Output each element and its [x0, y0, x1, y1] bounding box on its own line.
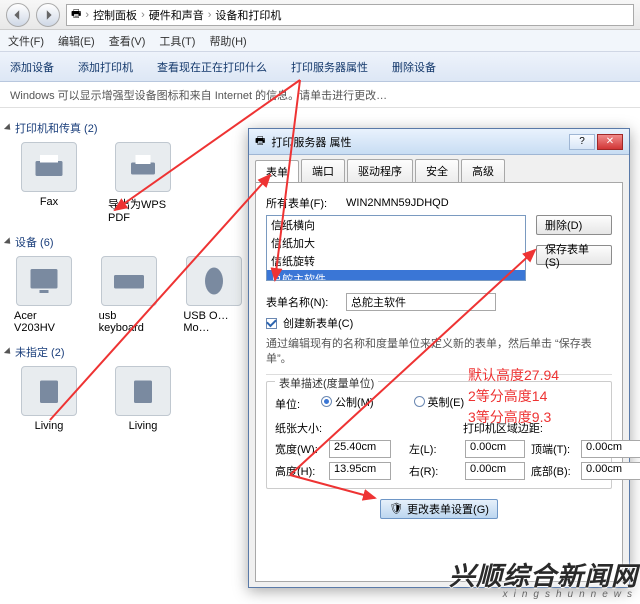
unit-label: 单位: [275, 396, 315, 412]
tool-server-properties[interactable]: 打印服务器属性 [291, 59, 368, 75]
close-button[interactable]: ✕ [597, 134, 623, 150]
menu-view[interactable]: 查看(V) [109, 33, 146, 49]
form-name-label: 表单名称(N): [266, 294, 340, 310]
crumb-devices-printers[interactable]: 设备和打印机 [215, 7, 281, 23]
all-forms-value: WIN2NMN59JDHQD [346, 197, 449, 209]
top-label: 顶端(T): [531, 441, 575, 457]
nav-back-button[interactable] [6, 3, 30, 27]
menu-help[interactable]: 帮助(H) [209, 33, 246, 49]
paper-size-label: 纸张大小: [275, 420, 322, 436]
crumb-control-panel[interactable]: 控制面板 [93, 7, 137, 23]
left-input[interactable]: 0.00cm [465, 440, 525, 458]
bottom-input[interactable]: 0.00cm [581, 462, 640, 480]
device-generic-icon [21, 366, 77, 416]
category-unspecified[interactable]: 未指定 (2) [15, 344, 65, 360]
help-button[interactable]: ? [569, 134, 595, 150]
mouse-icon [186, 256, 242, 306]
crumb-hardware-sound[interactable]: 硬件和声音 [149, 7, 204, 23]
breadcrumb[interactable]: 🖶 › 控制面板 › 硬件和声音 › 设备和打印机 [66, 4, 634, 26]
top-input[interactable]: 0.00cm [581, 440, 640, 458]
crumb-icon: 🖶 [71, 5, 81, 24]
device-item[interactable]: Living [14, 366, 84, 432]
note-text: 通过编辑现有的名称和度量单位来定义新的表单，然后单击 “保存表单”。 [266, 337, 612, 368]
forms-listbox[interactable]: 信纸横向 信纸加大 信纸旋转 总舵主软件 [266, 215, 526, 281]
info-bar[interactable]: Windows 可以显示增强型设备图标和来自 Internet 的信息。请单击进… [0, 82, 640, 108]
expand-icon[interactable] [4, 237, 13, 246]
change-form-settings-button[interactable]: 🛡 更改表单设置(G) [380, 499, 498, 519]
width-input[interactable]: 25.40cm [329, 440, 391, 458]
form-name-input[interactable]: 总舵主软件 [346, 293, 496, 311]
right-input[interactable]: 0.00cm [465, 462, 525, 480]
menubar: 文件(F) 编辑(E) 查看(V) 工具(T) 帮助(H) [0, 30, 640, 52]
height-label: 高度(H): [275, 463, 323, 479]
tab-drivers[interactable]: 驱动程序 [347, 159, 413, 182]
menu-edit[interactable]: 编辑(E) [58, 33, 95, 49]
watermark: 兴顺综合新闻网 xingshunnews [449, 556, 638, 600]
list-item[interactable]: 信纸旋转 [267, 252, 525, 270]
tool-add-device[interactable]: 添加设备 [10, 59, 54, 75]
right-label: 右(R): [409, 463, 459, 479]
device-item[interactable]: Fax [14, 142, 84, 224]
tab-advanced[interactable]: 高级 [461, 159, 505, 182]
dialog-title: 打印服务器 属性 [271, 134, 351, 150]
monitor-icon [16, 256, 72, 306]
list-item[interactable]: 信纸加大 [267, 234, 525, 252]
menu-tools[interactable]: 工具(T) [159, 33, 195, 49]
tab-security[interactable]: 安全 [415, 159, 459, 182]
keyboard-icon [101, 256, 157, 306]
list-item-selected[interactable]: 总舵主软件 [267, 270, 525, 281]
left-label: 左(L): [409, 441, 459, 457]
tool-remove-device[interactable]: 删除设备 [392, 59, 436, 75]
width-label: 宽度(W): [275, 441, 323, 457]
group-legend: 表单描述(度量单位) [275, 375, 378, 391]
save-form-button[interactable]: 保存表单(S) [536, 245, 612, 265]
list-item[interactable]: 信纸横向 [267, 216, 525, 234]
unit-metric-radio[interactable] [321, 396, 332, 407]
height-input[interactable]: 13.95cm [329, 462, 391, 480]
printer-icon [115, 142, 171, 192]
tool-add-printer[interactable]: 添加打印机 [78, 59, 133, 75]
category-printers[interactable]: 打印机和传真 (2) [15, 120, 98, 136]
device-item[interactable]: USB O… Mo… [183, 256, 244, 334]
tool-see-printing[interactable]: 查看现在正在打印什么 [157, 59, 267, 75]
tab-ports[interactable]: 端口 [301, 159, 345, 182]
create-new-form-label: 创建新表单(C) [283, 315, 353, 331]
device-item[interactable]: Living [108, 366, 178, 432]
expand-icon[interactable] [4, 123, 13, 132]
shield-icon: 🛡 [389, 502, 403, 515]
expand-icon[interactable] [4, 347, 13, 356]
device-item[interactable]: 导出为WPS PDF [108, 142, 178, 224]
all-forms-label: 所有表单(F): [266, 195, 340, 211]
device-item[interactable]: usb keyboard [99, 256, 160, 334]
category-devices[interactable]: 设备 (6) [15, 234, 54, 250]
delete-form-button[interactable]: 删除(D) [536, 215, 612, 235]
bottom-label: 底部(B): [531, 463, 575, 479]
tab-forms[interactable]: 表单 [255, 160, 299, 183]
device-panel: 打印机和传真 (2) Fax 导出为WPS PDF 设备 (6) Acer V2… [0, 108, 250, 604]
printer-icon: 🖶 [255, 132, 265, 151]
toolbar: 添加设备 添加打印机 查看现在正在打印什么 打印服务器属性 删除设备 [0, 52, 640, 82]
device-item[interactable]: Acer V203HV [14, 256, 75, 334]
unit-english-radio[interactable] [414, 396, 425, 407]
nav-forward-button[interactable] [36, 3, 60, 27]
device-generic-icon [115, 366, 171, 416]
menu-file[interactable]: 文件(F) [8, 33, 44, 49]
margins-label: 打印机区域边距: [463, 420, 543, 436]
create-new-form-checkbox[interactable] [266, 318, 277, 329]
fax-icon [21, 142, 77, 192]
print-server-properties-dialog: 🖶 打印服务器 属性 ? ✕ 表单 端口 驱动程序 安全 高级 所有表单(F):… [248, 128, 630, 588]
